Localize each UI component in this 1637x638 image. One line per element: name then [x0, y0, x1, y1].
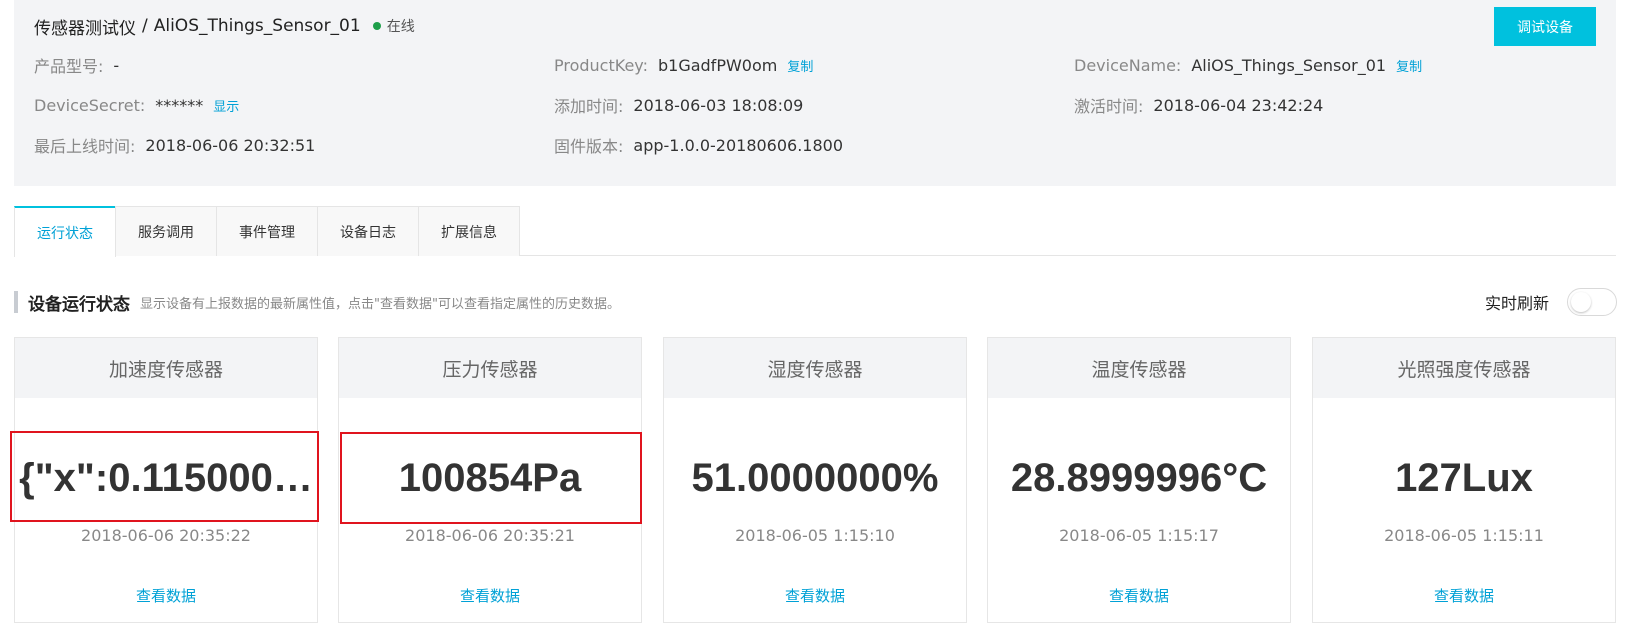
section-accent-bar — [14, 291, 18, 313]
device-name-value: AliOS_Things_Sensor_01 — [1191, 55, 1387, 75]
title-separator: / — [142, 16, 148, 36]
tab-service-call[interactable]: 服务调用 — [115, 206, 217, 256]
sensor-card-value: 28.8999996°C — [1010, 456, 1268, 500]
copy-device-name-link[interactable]: 复制 — [1396, 56, 1422, 75]
last-online-field: 最后上线时间: 2018-06-06 20:32:51 — [34, 134, 316, 157]
tab-running-status[interactable]: 运行状态 — [14, 206, 116, 257]
toggle-knob — [1571, 292, 1591, 312]
view-data-link[interactable]: 查看数据 — [664, 585, 966, 606]
product-model-field: 产品型号: - — [34, 54, 120, 77]
online-status-dot-icon — [372, 22, 381, 30]
device-name-label: DeviceName: — [1074, 55, 1182, 75]
sensor-card-title: 湿度传感器 — [664, 338, 966, 398]
sensor-card-title: 光照强度传感器 — [1313, 338, 1615, 398]
debug-device-button[interactable]: 调试设备 — [1494, 7, 1596, 46]
view-data-link[interactable]: 查看数据 — [1313, 585, 1615, 606]
product-model-label: 产品型号: — [34, 57, 104, 76]
activated-time-field: 激活时间: 2018-06-04 23:42:24 — [1074, 94, 1324, 117]
online-status-text: 在线 — [386, 19, 415, 35]
firmware-version-label: 固件版本: — [554, 137, 624, 156]
show-device-secret-link[interactable]: 显示 — [213, 96, 239, 115]
sensor-card-time: 2018-06-05 1:15:17 — [1059, 526, 1219, 545]
copy-product-key-link[interactable]: 复制 — [787, 56, 813, 75]
tab-device-log[interactable]: 设备日志 — [317, 206, 419, 256]
view-data-link[interactable]: 查看数据 — [15, 585, 317, 606]
last-online-value: 2018-06-06 20:32:51 — [145, 135, 316, 155]
sensor-card-time: 2018-06-05 1:15:10 — [735, 526, 895, 545]
firmware-version-value: app-1.0.0-20180606.1800 — [633, 135, 844, 155]
activated-time-label: 激活时间: — [1074, 97, 1144, 116]
sensor-card-pressure: 压力传感器 100854Pa 2018-06-06 20:35:21 查看数据 — [338, 337, 642, 623]
sensor-card-time: 2018-06-06 20:35:22 — [81, 526, 251, 545]
product-key-label: ProductKey: — [554, 55, 648, 75]
sensor-card-value: 100854Pa — [398, 456, 582, 500]
added-time-value: 2018-06-03 18:08:09 — [633, 95, 804, 115]
product-key-value: b1GadfPW0om — [657, 55, 778, 75]
sensor-card-title: 加速度传感器 — [15, 338, 317, 398]
activated-time-value: 2018-06-04 23:42:24 — [1153, 95, 1324, 115]
firmware-version-field: 固件版本: app-1.0.0-20180606.1800 — [554, 134, 844, 157]
added-time-label: 添加时间: — [554, 97, 624, 116]
sensor-card-time: 2018-06-05 1:15:11 — [1384, 526, 1544, 545]
realtime-refresh-label: 实时刷新 — [1484, 294, 1549, 313]
device-tabs: 运行状态 服务调用 事件管理 设备日志 扩展信息 — [14, 206, 1616, 257]
device-secret-label: DeviceSecret: — [34, 95, 146, 115]
view-data-link[interactable]: 查看数据 — [988, 585, 1290, 606]
sensor-card-title: 压力传感器 — [339, 338, 641, 398]
running-status-heading: 设备运行状态 显示设备有上报数据的最新属性值，点击"查看数据"可以查看指定属性的… — [14, 290, 620, 315]
device-name-title: AliOS_Things_Sensor_01 — [153, 16, 361, 36]
sensor-card-value: 127Lux — [1395, 456, 1533, 500]
tab-extended-info[interactable]: 扩展信息 — [418, 206, 520, 256]
device-info-panel: 传感器测试仪 / AliOS_Things_Sensor_01 在线 调试设备 … — [14, 0, 1616, 186]
section-title: 设备运行状态 — [28, 294, 130, 315]
sensor-card-value: {"x":0.115000… — [19, 456, 313, 500]
sensor-card-illuminance: 光照强度传感器 127Lux 2018-06-05 1:15:11 查看数据 — [1312, 337, 1616, 623]
device-secret-value: ****** — [155, 95, 204, 115]
sensor-card-value: 51.0000000% — [691, 456, 939, 500]
added-time-field: 添加时间: 2018-06-03 18:08:09 — [554, 94, 804, 117]
last-online-label: 最后上线时间: — [34, 137, 136, 156]
sensor-card-acceleration: 加速度传感器 {"x":0.115000… 2018-06-06 20:35:2… — [14, 337, 318, 623]
sensor-card-time: 2018-06-06 20:35:21 — [405, 526, 575, 545]
sensor-card-humidity: 湿度传感器 51.0000000% 2018-06-05 1:15:10 查看数… — [663, 337, 967, 623]
sensor-card-temperature: 温度传感器 28.8999996°C 2018-06-05 1:15:17 查看… — [987, 337, 1291, 623]
sensor-card-title: 温度传感器 — [988, 338, 1290, 398]
realtime-refresh: 实时刷新 — [1485, 288, 1617, 316]
device-secret-field: DeviceSecret: ****** 显示 — [34, 94, 239, 116]
product-key-field: ProductKey: b1GadfPW0om 复制 — [554, 54, 813, 76]
view-data-link[interactable]: 查看数据 — [339, 585, 641, 606]
product-name: 传感器测试仪 — [34, 18, 136, 39]
device-title: 传感器测试仪 / AliOS_Things_Sensor_01 在线 — [34, 14, 415, 39]
realtime-refresh-toggle[interactable] — [1567, 288, 1617, 316]
section-description: 显示设备有上报数据的最新属性值，点击"查看数据"可以查看指定属性的历史数据。 — [140, 296, 620, 312]
product-model-value: - — [113, 55, 120, 75]
tab-event-management[interactable]: 事件管理 — [216, 206, 318, 256]
device-name-field: DeviceName: AliOS_Things_Sensor_01 复制 — [1074, 54, 1422, 76]
